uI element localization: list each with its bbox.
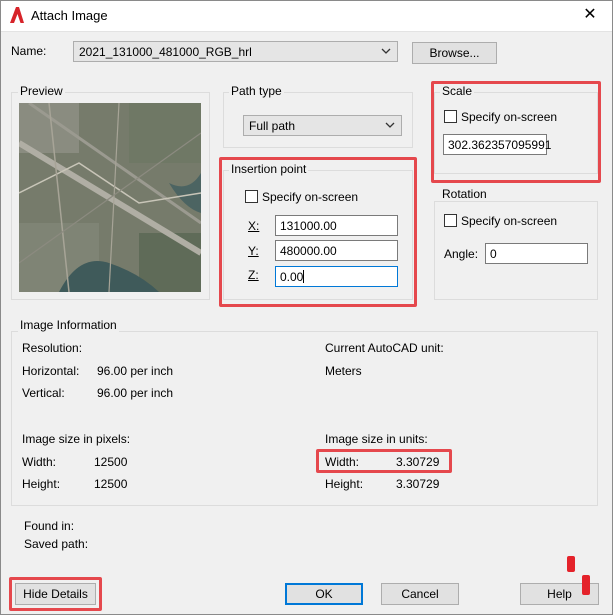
text-cursor bbox=[303, 270, 305, 283]
scale-value: 302.362357095991 bbox=[448, 138, 552, 152]
red-marker bbox=[567, 556, 575, 572]
pixels-title: Image size in pixels: bbox=[22, 432, 131, 446]
current-unit-value: Meters bbox=[325, 364, 362, 378]
px-height-label: Height: bbox=[22, 477, 61, 491]
angle-input[interactable]: 0 bbox=[485, 243, 588, 264]
y-label: Y: bbox=[248, 244, 259, 258]
y-value: 480000.00 bbox=[280, 244, 337, 258]
preview-title: Preview bbox=[18, 84, 65, 98]
aerial-image-preview bbox=[19, 103, 201, 292]
browse-button[interactable]: Browse... bbox=[412, 42, 497, 64]
u-width-label: Width: bbox=[325, 455, 360, 469]
rotation-specify-checkbox[interactable] bbox=[444, 214, 457, 227]
horizontal-label: Horizontal: bbox=[22, 364, 80, 378]
saved-path-label: Saved path: bbox=[24, 537, 89, 551]
x-label: X: bbox=[248, 219, 260, 233]
close-icon[interactable]: ✕ bbox=[572, 2, 608, 28]
z-input[interactable]: 0.00 bbox=[275, 266, 398, 287]
rotation-specify-label: Specify on-screen bbox=[461, 214, 558, 228]
window-title: Attach Image bbox=[31, 8, 108, 23]
path-type-combobox[interactable]: Full path bbox=[243, 115, 402, 136]
y-input[interactable]: 480000.00 bbox=[275, 240, 398, 261]
vertical-value: 96.00 per inch bbox=[97, 386, 174, 400]
scale-input[interactable]: 302.362357095991 bbox=[443, 134, 551, 155]
vertical-label: Vertical: bbox=[22, 386, 65, 400]
chevron-down-icon bbox=[381, 48, 391, 54]
scale-specify-checkbox[interactable] bbox=[444, 110, 457, 123]
autocad-a-icon bbox=[10, 7, 24, 23]
resolution-label: Resolution: bbox=[22, 341, 83, 355]
image-info-title: Image Information bbox=[18, 318, 119, 332]
insertion-specify-checkbox[interactable] bbox=[245, 190, 258, 203]
px-width-label: Width: bbox=[22, 455, 57, 469]
red-marker bbox=[582, 575, 590, 595]
rotation-title: Rotation bbox=[440, 187, 489, 201]
path-type-title: Path type bbox=[229, 84, 284, 98]
units-title: Image size in units: bbox=[325, 432, 428, 446]
angle-value: 0 bbox=[490, 247, 497, 261]
x-value: 131000.00 bbox=[280, 219, 337, 233]
z-value-wrap: 0.00 bbox=[280, 270, 305, 284]
u-height-label: Height: bbox=[325, 477, 364, 491]
path-type-value: Full path bbox=[249, 119, 296, 133]
name-label: Name: bbox=[11, 44, 47, 58]
ok-button[interactable]: OK bbox=[285, 583, 363, 605]
name-combobox-value: 2021_131000_481000_RGB_hrl bbox=[79, 45, 252, 59]
angle-label: Angle: bbox=[444, 247, 479, 261]
u-height-value: 3.30729 bbox=[396, 477, 440, 491]
name-combobox[interactable]: 2021_131000_481000_RGB_hrl bbox=[73, 41, 398, 62]
cancel-button[interactable]: Cancel bbox=[381, 583, 459, 605]
z-value: 0.00 bbox=[280, 270, 304, 284]
z-label: Z: bbox=[248, 268, 259, 282]
scale-specify-label: Specify on-screen bbox=[461, 110, 558, 124]
title-divider bbox=[0, 31, 613, 32]
scale-title: Scale bbox=[440, 84, 475, 98]
scale-group bbox=[434, 92, 598, 174]
insertion-point-title: Insertion point bbox=[229, 162, 309, 176]
current-unit-label: Current AutoCAD unit: bbox=[325, 341, 444, 355]
px-height-value: 12500 bbox=[94, 477, 128, 491]
u-width-value: 3.30729 bbox=[396, 455, 440, 469]
horizontal-value: 96.00 per inch bbox=[97, 364, 174, 378]
insertion-specify-label: Specify on-screen bbox=[262, 190, 359, 204]
chevron-down-icon bbox=[385, 122, 395, 128]
x-input[interactable]: 131000.00 bbox=[275, 215, 398, 236]
px-width-value: 12500 bbox=[94, 455, 128, 469]
hide-details-button[interactable]: Hide Details bbox=[15, 583, 96, 605]
found-in-label: Found in: bbox=[24, 519, 75, 533]
